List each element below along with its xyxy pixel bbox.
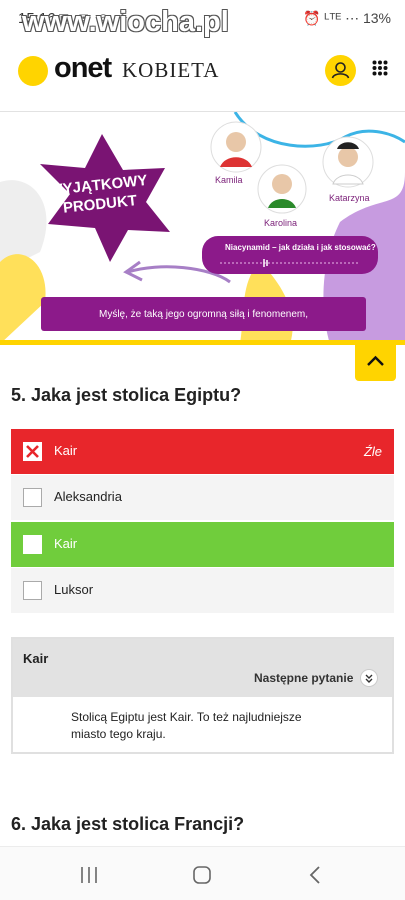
x-mark-icon	[26, 445, 39, 458]
verdict-label: Źle	[363, 444, 382, 459]
person-name-katarzyna: Katarzyna	[329, 193, 370, 203]
chevron-up-icon	[367, 355, 384, 366]
person-name-karolina: Karolina	[264, 218, 298, 228]
waveform-icon	[220, 259, 360, 267]
status-bar: 15:16 ▣ ✉ ◎ ✈ • ⏰ ᴸᵀᴱ ⋯ 13% www.wiocha.p…	[0, 0, 405, 38]
collapse-banner-button[interactable]	[355, 343, 396, 381]
audio-player[interactable]: Niacynamid – jak działa i jak stosować?	[202, 236, 378, 274]
logo-dot-icon	[18, 56, 48, 86]
back-chevron-icon	[309, 866, 320, 884]
answer-option[interactable]: Luksor	[11, 568, 394, 613]
explanation-header: Kair Następne pytanie	[13, 639, 392, 697]
watermark: www.wiocha.pl	[22, 6, 229, 38]
person-name-kamila: Kamila	[215, 175, 243, 185]
site-header: onet KOBIETA	[0, 38, 405, 112]
next-question-button[interactable]	[360, 669, 378, 687]
promo-banner[interactable]: WYJĄTKOWY PRODUKT Kamila Karolina Katarz…	[0, 112, 405, 344]
chevron-double-down-icon	[365, 674, 373, 683]
answer-explanation: Kair Następne pytanie Stolicą Egiptu jes…	[11, 637, 394, 754]
logo-section[interactable]: KOBIETA	[122, 58, 219, 83]
correct-answer-label: Kair	[23, 651, 49, 666]
explanation-text: Stolicą Egiptu jest Kair. To też najludn…	[71, 710, 302, 741]
recent-apps-button[interactable]	[76, 863, 102, 887]
user-icon	[331, 62, 350, 79]
recent-apps-icon	[81, 867, 97, 883]
menu-grid-button[interactable]	[372, 60, 388, 76]
banner-divider	[0, 340, 405, 345]
answer-checkbox[interactable]	[23, 535, 42, 554]
answer-label: Luksor	[54, 582, 94, 597]
banner-quote: Myślę, że taką jego ogromną siłą i fenom…	[41, 297, 366, 331]
wrong-checkbox[interactable]	[23, 442, 42, 461]
user-button[interactable]	[325, 55, 356, 86]
back-button[interactable]	[303, 863, 329, 887]
answer-option-correct[interactable]: Kair	[11, 522, 394, 567]
answer-label: Kair	[54, 536, 78, 551]
home-button[interactable]	[189, 863, 215, 887]
status-right: ⏰ ᴸᵀᴱ ⋯ 13%	[303, 10, 391, 26]
next-question-link[interactable]: Następne pytanie	[254, 671, 353, 685]
answer-label: Kair	[54, 443, 78, 458]
answer-option-selected-wrong[interactable]: Kair Źle	[11, 429, 394, 474]
question-title: 5. Jaka jest stolica Egiptu?	[11, 385, 242, 405]
answer-option[interactable]: Aleksandria	[11, 475, 394, 520]
logo-onet[interactable]: onet	[54, 52, 112, 85]
answer-checkbox[interactable]	[23, 581, 42, 600]
home-icon	[193, 866, 211, 884]
answer-checkbox[interactable]	[23, 488, 42, 507]
question-title: 6. Jaka jest stolica Francji?	[11, 814, 245, 834]
audio-title: Niacynamid – jak działa i jak stosować?	[225, 243, 376, 252]
answer-label: Aleksandria	[54, 489, 122, 504]
system-nav-bar	[0, 846, 405, 900]
grid-icon	[372, 60, 388, 76]
